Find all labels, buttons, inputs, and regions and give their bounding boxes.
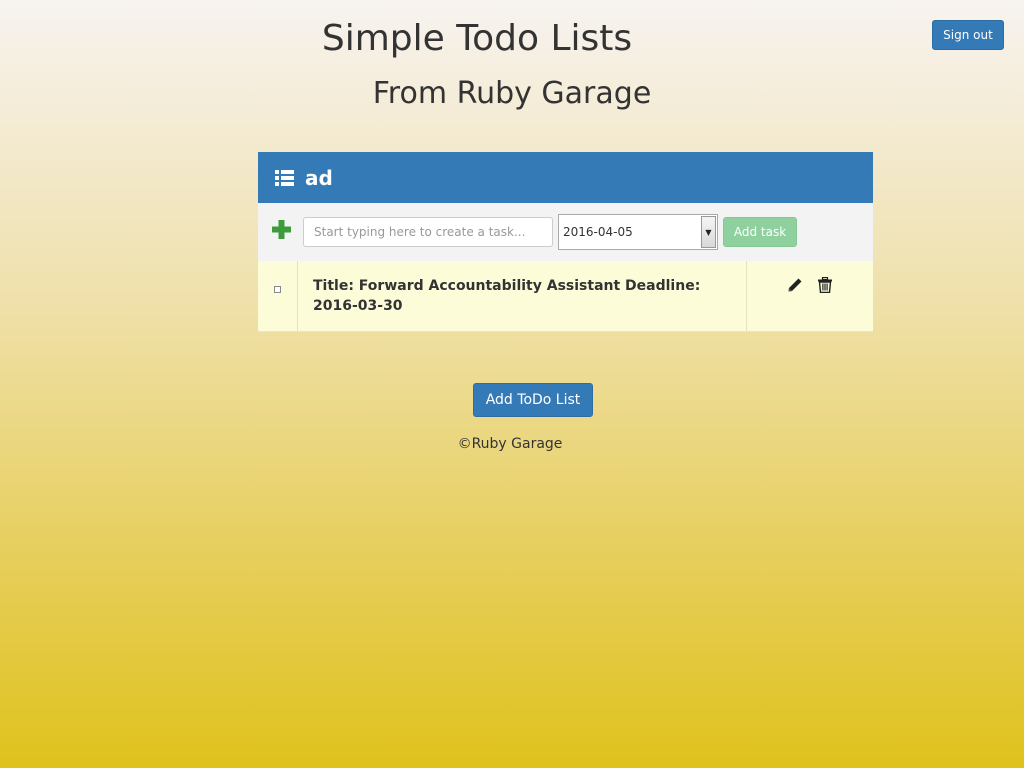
chevron-down-icon[interactable]: ▼ xyxy=(701,216,716,248)
trash-icon[interactable] xyxy=(817,277,833,293)
add-todo-list-button[interactable]: Add ToDo List xyxy=(473,383,593,417)
task-checkbox[interactable] xyxy=(274,286,281,293)
footer-copyright: ©Ruby Garage xyxy=(457,436,563,452)
task-row: Title: Forward Accountability Assistant … xyxy=(258,261,873,332)
task-text: Title: Forward Accountability Assistant … xyxy=(298,261,747,331)
deadline-date-picker[interactable]: 2016-04-05 ▼ xyxy=(558,214,718,250)
todo-list-panel: ad 2016-04-05 ▼ Add task Title: Forward … xyxy=(258,152,873,332)
task-actions xyxy=(747,261,873,331)
add-task-row: 2016-04-05 ▼ Add task xyxy=(258,203,873,261)
task-input[interactable] xyxy=(303,217,553,247)
list-icon xyxy=(275,169,294,186)
edit-pencil-icon[interactable] xyxy=(787,277,803,293)
add-task-button[interactable]: Add task xyxy=(723,217,797,247)
page-subtitle: From Ruby Garage xyxy=(372,76,652,111)
task-checkbox-cell xyxy=(258,261,298,331)
page-title: Simple Todo Lists xyxy=(321,18,633,59)
todo-list-header: ad xyxy=(258,152,873,203)
date-value: 2016-04-05 xyxy=(563,225,633,239)
plus-icon xyxy=(272,219,291,239)
todo-list-name[interactable]: ad xyxy=(305,166,333,190)
